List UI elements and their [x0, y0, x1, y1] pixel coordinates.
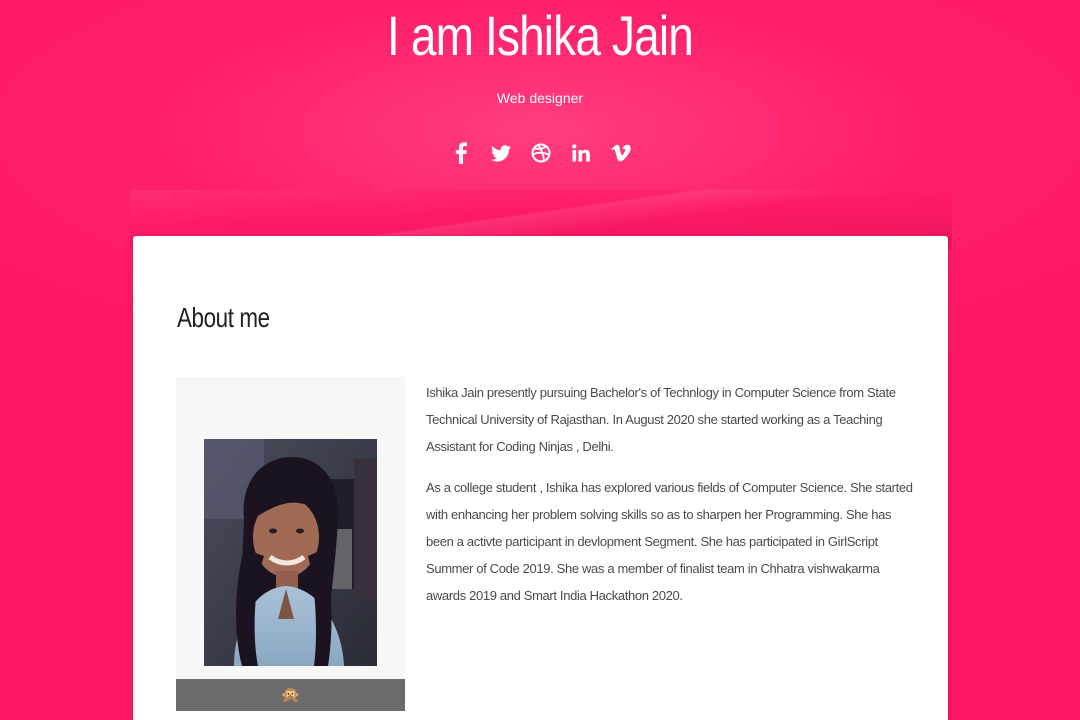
social-links: [446, 138, 636, 168]
about-card: About me 🙊 Ishika Jain presently pursuin…: [133, 236, 948, 720]
vimeo-link[interactable]: [606, 138, 636, 168]
about-text: Ishika Jain presently pursuing Bachelor'…: [426, 379, 916, 623]
twitter-link[interactable]: [486, 138, 516, 168]
linkedin-icon: [572, 144, 590, 162]
dribbble-link[interactable]: [526, 138, 556, 168]
profile-photo-frame: [176, 377, 405, 679]
facebook-link[interactable]: [446, 138, 476, 168]
page-subtitle: Web designer: [496, 90, 584, 106]
dribbble-icon: [531, 143, 551, 163]
profile-photo: [204, 439, 377, 666]
about-paragraph-1: Ishika Jain presently pursuing Bachelor'…: [426, 385, 896, 454]
about-title: About me: [177, 302, 270, 333]
page-title: I am Ishika Jain: [387, 4, 694, 67]
vimeo-icon: [611, 144, 631, 162]
photo-caption-bar: 🙊: [176, 679, 405, 711]
facebook-icon: [455, 142, 467, 164]
about-paragraph-2: As a college student , Ishika has explor…: [426, 480, 913, 603]
twitter-icon: [491, 144, 511, 162]
monkey-emoji-icon: 🙊: [280, 687, 301, 704]
linkedin-link[interactable]: [566, 138, 596, 168]
